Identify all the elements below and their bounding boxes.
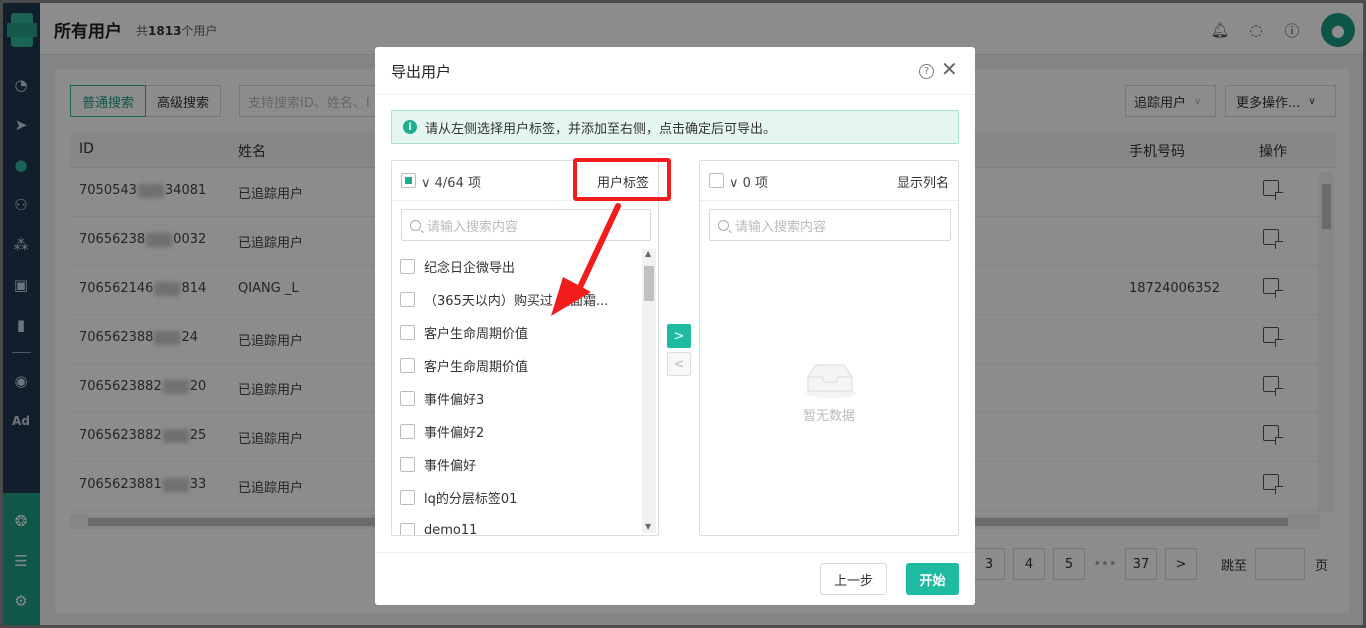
source-panel: ∨ 4/64 项 用户标签 请输入搜索内容 纪念日企微导出 （365天以内）购买… (391, 160, 659, 536)
info-icon: i (403, 120, 417, 134)
move-left-button[interactable]: < (667, 352, 691, 376)
modal-title: 导出用户 (391, 63, 452, 81)
list-item[interactable]: 客户生命周期价值 (400, 355, 528, 375)
export-users-modal: 导出用户 ? ✕ i 请从左侧选择用户标签，并添加至右侧，点击确定后可导出。 ∨… (375, 47, 975, 605)
target-panel: ∨ 0 项 显示列名 请输入搜索内容 暂无数据 (699, 160, 959, 536)
search-icon (718, 219, 729, 231)
empty-text: 暂无数据 (802, 409, 855, 424)
target-count[interactable]: ∨ 0 项 (729, 172, 768, 191)
list-item[interactable]: 纪念日企微导出 (400, 256, 515, 276)
search-icon (410, 219, 421, 231)
source-scrollbar[interactable]: ▲ ▼ (642, 249, 656, 533)
select-all-checkbox[interactable] (709, 173, 724, 188)
select-all-checkbox[interactable] (401, 173, 416, 188)
display-column-label: 显示列名 (896, 176, 949, 191)
list-item[interactable]: demo11 (400, 520, 477, 535)
list-item[interactable]: 事件偏好2 (400, 421, 484, 441)
source-count[interactable]: ∨ 4/64 项 (421, 172, 481, 191)
annotation-highlight-box (573, 158, 671, 201)
app-window: ◔ ➤ ● ⚇ ⁂ ▣ ▮ ◉ Ad ❂ ☰ ⚙ 所有用户 共1813个用户 🔔… (3, 3, 1363, 625)
target-search-input[interactable]: 请输入搜索内容 (709, 209, 951, 241)
info-alert: i 请从左侧选择用户标签，并添加至右侧，点击确定后可导出。 (391, 110, 959, 144)
help-icon[interactable]: ? (919, 64, 934, 79)
list-item[interactable]: 事件偏好 (400, 454, 476, 474)
empty-inbox-icon (804, 364, 856, 398)
prev-step-button[interactable]: 上一步 (820, 563, 887, 595)
close-icon[interactable]: ✕ (941, 59, 958, 79)
list-item[interactable]: lq的分层标签01 (400, 487, 517, 507)
list-item[interactable]: （365天以内）购买过 太面霜... (400, 289, 608, 309)
move-right-button[interactable]: > (667, 324, 691, 348)
start-button[interactable]: 开始 (906, 563, 959, 595)
list-item[interactable]: 客户生命周期价值 (400, 322, 528, 342)
list-item[interactable]: 事件偏好3 (400, 388, 484, 408)
source-search-input[interactable]: 请输入搜索内容 (401, 209, 651, 241)
